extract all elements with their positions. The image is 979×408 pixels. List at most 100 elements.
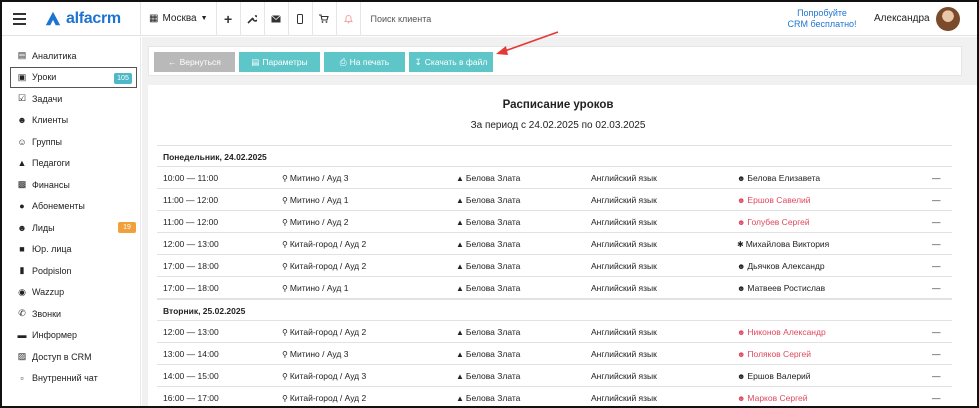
sidebar-item-analytics[interactable]: ▤ Аналитика xyxy=(2,45,140,67)
sidebar-item-label: Педагоги xyxy=(32,158,70,169)
lesson-teacher[interactable]: ▲ Белова Злата xyxy=(456,343,520,365)
client-search-input[interactable] xyxy=(370,13,661,24)
table-row[interactable]: 17:00 — 18:00 ⚲ Митино / Ауд 1 ▲ Белова Злат… xyxy=(157,277,952,299)
phone-icon: ✆ xyxy=(18,308,26,319)
lesson-client[interactable]: ☻ Белова Елизавета xyxy=(737,167,820,189)
download-file-button[interactable]: ↧ Скачать в файл xyxy=(409,52,493,72)
table-row[interactable]: 12:00 — 13:00 ⚲ Китай-город / Ауд 2 ▲ Белова… xyxy=(157,233,952,255)
branch-selector[interactable]: ▦ Москва ▼ xyxy=(141,2,216,36)
lesson-room[interactable]: ⚲ Митино / Ауд 1 xyxy=(282,277,348,299)
sidebar-item-crm-access[interactable]: ▨ Доступ в CRM xyxy=(2,346,140,368)
lesson-room[interactable]: ⚲ Китай-город / Ауд 2 xyxy=(282,321,366,343)
table-row[interactable]: 14:00 — 15:00 ⚲ Китай-город / Ауд 3 ▲ Белова… xyxy=(157,365,952,387)
sidebar-item-podpislon[interactable]: ▮ Podpislon xyxy=(2,260,140,282)
lesson-client[interactable]: ☻ Матвеев Ростислав xyxy=(737,277,825,299)
lesson-subject: Английский язык xyxy=(591,173,657,183)
schedule-table: Понедельник, 24.02.2025 10:00 — 11:00 ⚲ Ми… xyxy=(157,145,952,406)
lesson-client[interactable]: ✱ Михайлова Виктория xyxy=(737,233,829,255)
leads-count-badge: 19 xyxy=(118,222,136,233)
table-row[interactable]: 17:00 — 18:00 ⚲ Китай-город / Ауд 2 ▲ Белова… xyxy=(157,255,952,277)
client-text: Михайлова Виктория xyxy=(745,239,830,249)
user-icon: ☻ xyxy=(737,174,746,183)
lesson-subject: Английский язык xyxy=(591,349,657,359)
add-icon[interactable]: + xyxy=(217,2,241,36)
table-row[interactable]: 16:00 — 17:00 ⚲ Китай-город / Ауд 2 ▲ Белова… xyxy=(157,387,952,406)
sidebar-item-calls[interactable]: ✆ Звонки xyxy=(2,303,140,325)
table-row[interactable]: 11:00 — 12:00 ⚲ Митино / Ауд 1 ▲ Белова Злат… xyxy=(157,189,952,211)
lesson-room[interactable]: ⚲ Китай-город / Ауд 2 xyxy=(282,233,366,255)
sidebar-item-tasks[interactable]: ☑ Задачи xyxy=(2,88,140,110)
location-pin-icon: ⚲ xyxy=(282,284,288,293)
sidebar-item-teachers[interactable]: ▲ Педагоги xyxy=(2,153,140,175)
room-text: Митино / Ауд 3 xyxy=(289,349,349,359)
lesson-teacher[interactable]: ▲ Белова Злата xyxy=(456,233,520,255)
lesson-teacher[interactable]: ▲ Белова Злата xyxy=(456,365,520,387)
hamburger-menu-icon[interactable] xyxy=(6,2,32,36)
lesson-client[interactable]: ☻ Никонов Александр xyxy=(737,321,826,343)
mobile-phone-icon[interactable] xyxy=(289,2,313,36)
lesson-teacher[interactable]: ▲ Белова Злата xyxy=(456,321,520,343)
lesson-room[interactable]: ⚲ Митино / Ауд 1 xyxy=(282,189,348,211)
wrench-icon[interactable] xyxy=(241,2,265,36)
sidebar-item-label: Аналитика xyxy=(32,50,77,61)
building-icon: ▦ xyxy=(149,13,159,24)
lesson-client[interactable]: ☻ Ершов Валерий xyxy=(737,365,811,387)
teacher-text: Белова Злата xyxy=(465,393,521,403)
sidebar-item-clients[interactable]: ☻ Клиенты xyxy=(2,110,140,132)
teacher-text: Белова Злата xyxy=(465,239,521,249)
avatar[interactable] xyxy=(936,7,960,31)
lesson-teacher[interactable]: ▲ Белова Злата xyxy=(456,277,520,299)
client-text: Марков Сергей xyxy=(747,393,808,403)
schedule-report: Расписание уроков За период с 24.02.2025… xyxy=(148,85,977,406)
client-search[interactable] xyxy=(361,2,661,36)
try-crm-free-link[interactable]: Попробуйте CRM бесплатно! xyxy=(778,8,866,30)
table-row[interactable]: 11:00 — 12:00 ⚲ Митино / Ауд 2 ▲ Белова Злат… xyxy=(157,211,952,233)
lesson-client[interactable]: ☻ Марков Сергей xyxy=(737,387,808,406)
location-pin-icon: ⚲ xyxy=(282,328,288,337)
parameters-button[interactable]: ▤ Параметры xyxy=(239,52,320,72)
lesson-room[interactable]: ⚲ Митино / Ауд 3 xyxy=(282,167,348,189)
lesson-time: 10:00 — 11:00 xyxy=(163,173,219,183)
sidebar-item-wazzup[interactable]: ◉ Wazzup xyxy=(2,282,140,304)
print-button[interactable]: ⎙ На печать xyxy=(324,52,405,72)
lesson-subject: Английский язык xyxy=(591,371,657,381)
lesson-room[interactable]: ⚲ Китай-город / Ауд 2 xyxy=(282,255,366,277)
lesson-teacher[interactable]: ▲ Белова Злата xyxy=(456,167,520,189)
sidebar-item-leads[interactable]: ☻ Лиды 19 xyxy=(2,217,140,239)
table-row[interactable]: 10:00 — 11:00 ⚲ Митино / Ауд 3 ▲ Белова Злат… xyxy=(157,167,952,189)
cart-icon[interactable] xyxy=(313,2,337,36)
envelope-icon[interactable] xyxy=(265,2,289,36)
lesson-room[interactable]: ⚲ Китай-город / Ауд 2 xyxy=(282,387,366,406)
lesson-time: 12:00 — 13:00 xyxy=(163,239,219,249)
sidebar-item-label: Юр. лица xyxy=(32,244,72,255)
sidebar-item-lessons[interactable]: ▣ Уроки 105 xyxy=(10,66,137,88)
chart-icon: ▤ xyxy=(17,50,27,61)
lesson-teacher[interactable]: ▲ Белова Злата xyxy=(456,211,520,233)
lesson-room[interactable]: ⚲ Китай-город / Ауд 3 xyxy=(282,365,366,387)
sidebar-item-subscriptions[interactable]: ● Абонементы xyxy=(2,196,140,218)
lesson-teacher[interactable]: ▲ Белова Злата xyxy=(456,189,520,211)
sidebar-item-finance[interactable]: ▩ Финансы xyxy=(2,174,140,196)
print-button-label: На печать xyxy=(349,57,390,67)
sidebar-item-legal-entities[interactable]: ■ Юр. лица xyxy=(2,239,140,261)
user-icon: ☻ xyxy=(737,394,746,403)
sidebar-item-internal-chat[interactable]: ▫ Внутренний чат xyxy=(2,368,140,390)
bell-icon[interactable] xyxy=(337,2,361,36)
back-button[interactable]: ← Вернуться xyxy=(154,52,235,72)
lesson-mark: — xyxy=(932,195,941,205)
sidebar-item-groups[interactable]: ☺ Группы xyxy=(2,131,140,153)
lesson-client[interactable]: ☻ Ершов Савелий xyxy=(737,189,811,211)
app-logo[interactable]: alfacrm xyxy=(44,10,140,28)
lesson-room[interactable]: ⚲ Митино / Ауд 2 xyxy=(282,211,348,233)
lesson-client[interactable]: ☻ Дьячков Александр xyxy=(737,255,825,277)
lesson-client[interactable]: ☻ Голубев Сергей xyxy=(737,211,810,233)
promo-line-1: Попробуйте xyxy=(797,8,847,18)
table-row[interactable]: 13:00 — 14:00 ⚲ Митино / Ауд 3 ▲ Белова Злат… xyxy=(157,343,952,365)
lesson-room[interactable]: ⚲ Митино / Ауд 3 xyxy=(282,343,348,365)
lesson-client[interactable]: ☻ Поляков Сергей xyxy=(737,343,811,365)
user-name[interactable]: Александра xyxy=(874,13,930,24)
lesson-teacher[interactable]: ▲ Белова Злата xyxy=(456,255,520,277)
sidebar-item-informer[interactable]: ▬ Информер xyxy=(2,325,140,347)
table-row[interactable]: 12:00 — 13:00 ⚲ Китай-город / Ауд 2 ▲ Белова… xyxy=(157,321,952,343)
lesson-teacher[interactable]: ▲ Белова Злата xyxy=(456,387,521,406)
